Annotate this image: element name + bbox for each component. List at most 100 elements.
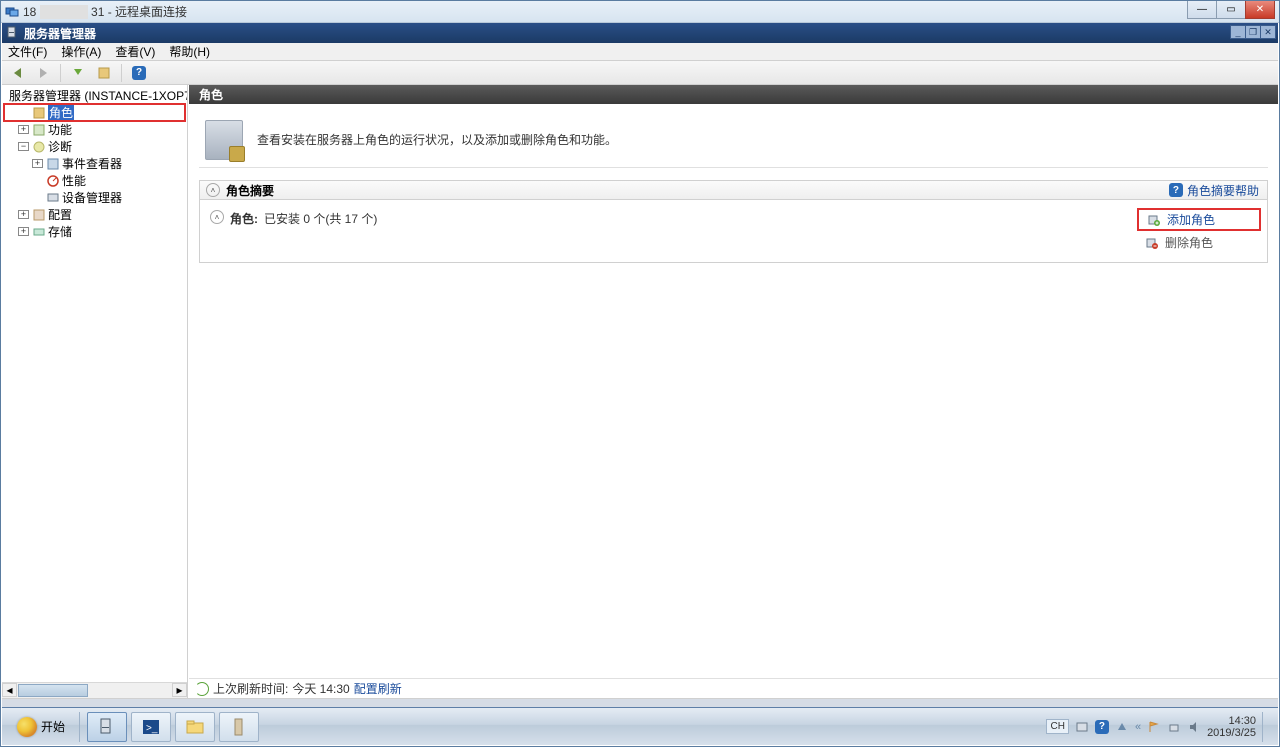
task-explorer[interactable] [175,712,215,742]
intro-row: 查看安装在服务器上角色的运行状况，以及添加或删除角色和功能。 [199,112,1268,168]
tree-event-viewer[interactable]: + 事件查看器 [4,155,185,172]
server-manager-titlebar: 服务器管理器 _ ❐ ✕ [2,23,1278,43]
content-pane: 角色 查看安装在服务器上角色的运行状况，以及添加或删除角色和功能。 ˄ 角色摘要… [188,85,1278,698]
tree-event-viewer-label: 事件查看器 [62,155,122,172]
expander-icon[interactable]: + [18,227,29,236]
task-powershell[interactable]: >_ [131,712,171,742]
scroll-thumb[interactable] [18,684,88,697]
roles-icon [32,106,46,120]
tree-performance[interactable]: 性能 [4,172,185,189]
start-orb-icon [17,717,37,737]
storage-icon [32,225,46,239]
content-header: 角色 [189,85,1278,104]
nav-back-button[interactable] [6,63,28,83]
tray-flag-icon[interactable] [1147,720,1161,734]
config-refresh-link[interactable]: 配置刷新 [354,680,402,697]
remove-role-icon [1145,236,1159,250]
collapse-icon[interactable]: ˄ [210,210,224,224]
properties-button[interactable] [93,63,115,83]
rdp-maximize-button[interactable]: ▭ [1216,1,1246,19]
tree-device-manager[interactable]: 设备管理器 [4,189,185,206]
scroll-left-icon[interactable]: ◂ [2,683,17,697]
menu-view[interactable]: 查看(V) [115,43,155,60]
server-manager-icon [6,26,20,40]
tree-root-label: 服务器管理器 (INSTANCE-1XOP7 [9,87,188,104]
menu-file[interactable]: 文件(F) [8,43,47,60]
show-desktop-button[interactable] [1262,712,1272,742]
tray-icon-1[interactable] [1075,720,1089,734]
rdp-titlebar: 18 xxxx 31 - 远程桌面连接 — ▭ ✕ [1,1,1279,23]
add-role-highlight: 添加角色 [1137,208,1261,231]
collapse-icon[interactable]: ˄ [206,183,220,197]
tree-pane: 服务器管理器 (INSTANCE-1XOP7 角色 + 功能 − [2,85,188,698]
rdp-close-button[interactable]: ✕ [1245,1,1275,19]
tree-features-label: 功能 [48,121,72,138]
inner-restore-button[interactable]: ❐ [1245,25,1261,39]
rdp-title: 18 xxxx 31 - 远程桌面连接 [23,3,187,20]
tree-storage-label: 存储 [48,223,72,240]
add-role-label: 添加角色 [1167,211,1215,228]
add-role-icon [1147,213,1161,227]
system-tray: CH ? « 14:30 2019/3/25 [1046,708,1278,745]
menubar: 文件(F) 操作(A) 查看(V) 帮助(H) [2,43,1278,61]
rdp-title-prefix: 18 [23,5,36,19]
roles-summary-title: 角色摘要 [226,182,274,199]
scroll-right-icon[interactable]: ▸ [172,683,187,697]
expander-icon[interactable]: + [18,125,29,134]
taskbar-clock[interactable]: 14:30 2019/3/25 [1207,715,1256,739]
tree-horizontal-scrollbar[interactable]: ◂ ▸ [2,682,187,698]
language-indicator[interactable]: CH [1046,719,1068,734]
inner-minimize-button[interactable]: _ [1230,25,1246,39]
tray-help-icon[interactable]: ? [1095,720,1109,734]
rdp-icon [5,5,19,19]
rdp-title-suffix: 31 - 远程桌面连接 [91,5,187,19]
content-body: 查看安装在服务器上角色的运行状况，以及添加或删除角色和功能。 ˄ 角色摘要 ? … [189,104,1278,678]
tree-storage[interactable]: + 存储 [4,223,185,240]
tree-diagnostics-label: 诊断 [48,138,72,155]
start-label: 开始 [41,718,65,735]
roles-summary-help-link[interactable]: ? 角色摘要帮助 [1169,182,1259,199]
tray-icon-3[interactable] [1115,720,1129,734]
rdp-window-controls: — ▭ ✕ [1187,1,1275,19]
tree-diagnostics[interactable]: − 诊断 [4,138,185,155]
tree-root[interactable]: 服务器管理器 (INSTANCE-1XOP7 [4,87,185,104]
roles-summary-help-label: 角色摘要帮助 [1187,182,1259,199]
features-icon [32,123,46,137]
start-button[interactable]: 开始 [6,712,76,742]
tree-roles-label: 角色 [48,104,74,121]
tree-roles[interactable]: 角色 [4,104,185,121]
tree-performance-label: 性能 [62,172,86,189]
tree-features[interactable]: + 功能 [4,121,185,138]
rdp-minimize-button[interactable]: — [1187,1,1217,19]
tree-configuration[interactable]: + 配置 [4,206,185,223]
tree-device-manager-label: 设备管理器 [62,189,122,206]
body-split: 服务器管理器 (INSTANCE-1XOP7 角色 + 功能 − [2,85,1278,699]
desktop-gap [2,699,1278,707]
expander-icon[interactable]: + [32,159,43,168]
svg-text:>_: >_ [146,723,158,734]
taskbar: 开始 >_ CH ? « [2,707,1278,745]
server-manager-title: 服务器管理器 [24,25,96,42]
roles-installed-row: ˄ 角色: 已安装 0 个(共 17 个) [210,210,377,252]
expander-icon[interactable]: − [18,142,29,151]
menu-action[interactable]: 操作(A) [61,43,101,60]
roles-value: 已安装 0 个(共 17 个) [264,210,377,227]
server-manager-window-controls: _ ❐ ✕ [1231,25,1276,39]
roles-large-icon [205,120,243,160]
toolbar: ? [2,61,1278,85]
task-server-manager[interactable] [87,712,127,742]
remove-role-link[interactable]: 删除角色 [1141,233,1257,252]
menu-help[interactable]: 帮助(H) [169,43,210,60]
refresh-status-icon [195,682,209,696]
expander-icon[interactable]: + [18,210,29,219]
task-unknown[interactable] [219,712,259,742]
device-manager-icon [46,191,60,205]
tray-network-icon[interactable] [1167,720,1181,734]
tree-configuration-label: 配置 [48,206,72,223]
inner-close-button[interactable]: ✕ [1260,25,1276,39]
tray-sound-icon[interactable] [1187,720,1201,734]
help-button[interactable]: ? [128,63,150,83]
add-role-link[interactable]: 添加角色 [1143,210,1219,229]
nav-forward-button[interactable] [32,63,54,83]
refresh-button[interactable] [67,63,89,83]
